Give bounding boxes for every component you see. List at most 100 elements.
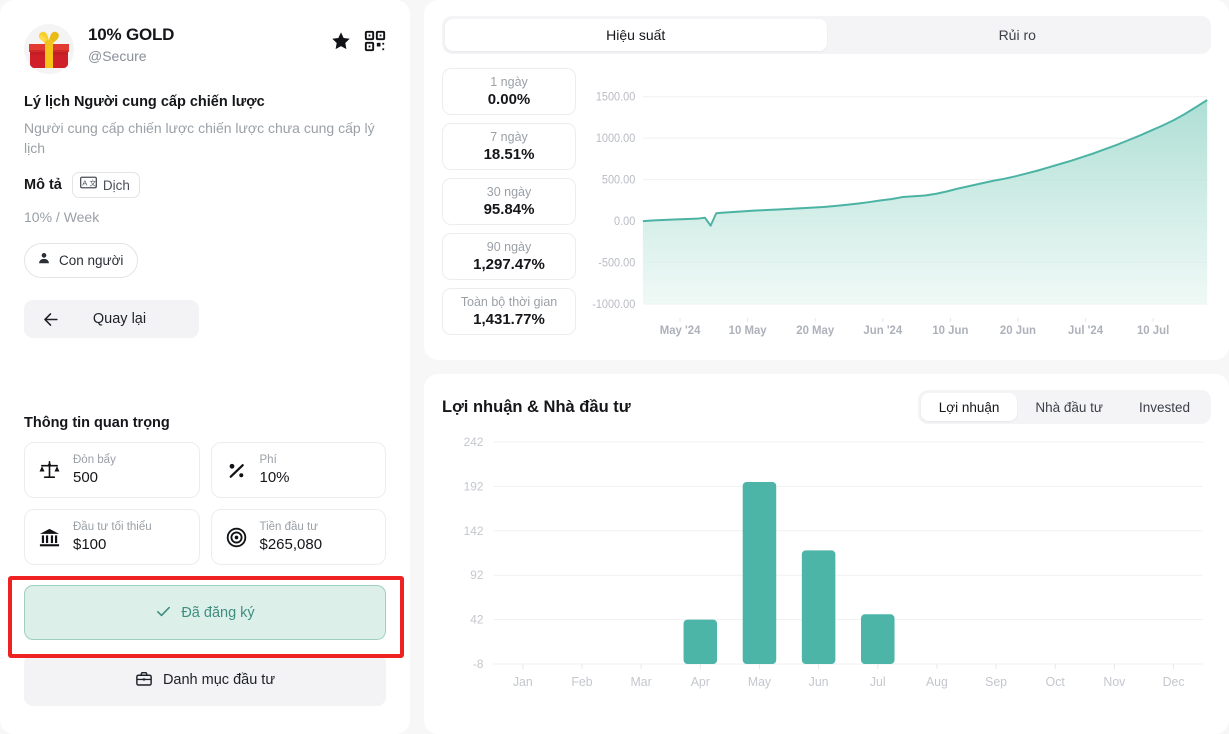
svg-text:500.00: 500.00 — [602, 174, 635, 186]
info-card-fee: Phí 10% — [210, 442, 386, 498]
profile-handle: @Secure — [88, 48, 147, 64]
svg-text:242: 242 — [464, 435, 484, 449]
svg-text:10 Jul: 10 Jul — [1137, 324, 1169, 337]
key-info-section: Thông tin quan trọng Đòn bẩy 500 Phí 10%… — [0, 415, 410, 565]
stat-30-days: 30 ngày 95.84% — [442, 178, 576, 225]
stat-value: 1,297.47% — [473, 255, 545, 273]
svg-text:Nov: Nov — [1103, 675, 1126, 689]
stat-value: 18.51% — [483, 145, 535, 163]
bar-apr — [683, 619, 718, 664]
profit-chart: 242 192 142 92 42 -8 Jan Feb Mar Apr May Jun Jul Aug S… — [442, 432, 1211, 702]
profit-bar-chart: 242 192 142 92 42 -8 Jan Feb Mar Apr May Jun Jul Aug S… — [464, 435, 1204, 689]
profit-title: Lợi nhuận & Nhà đầu tư — [442, 397, 631, 416]
back-button[interactable]: Quay lại — [24, 300, 199, 338]
bank-icon — [38, 526, 61, 549]
stat-label: 90 ngày — [486, 239, 532, 254]
info-value: $100 — [73, 536, 107, 553]
star-filled-icon[interactable] — [330, 30, 352, 52]
svg-text:-500.00: -500.00 — [598, 257, 635, 269]
profit-tabs: Lợi nhuận Nhà đầu tư Invested — [917, 390, 1211, 424]
info-card-leverage: Đòn bẩy 500 — [24, 442, 200, 498]
qr-code-icon[interactable] — [364, 30, 386, 52]
tab-risk[interactable]: Rủi ro — [827, 19, 1209, 51]
app-root: 10% GOLD @Secure Lý lịch Người cung cấp … — [0, 0, 1229, 734]
performance-chart-xaxis: May '24 10 May 20 May Jun '24 10 Jun 20 Jun Ju… — [660, 318, 1169, 337]
svg-text:Apr: Apr — [691, 675, 710, 689]
target-icon — [225, 526, 248, 549]
arrow-left-icon — [41, 310, 60, 329]
svg-text:1500.00: 1500.00 — [596, 91, 635, 103]
svg-text:Sep: Sep — [985, 675, 1007, 689]
tab-invested[interactable]: Invested — [1121, 393, 1208, 421]
stat-7-days: 7 ngày 18.51% — [442, 123, 576, 170]
stat-1-day: 1 ngày 0.00% — [442, 68, 576, 115]
person-icon — [37, 251, 51, 270]
info-label: Phí — [259, 454, 277, 466]
description-label: Mô tả — [24, 177, 62, 193]
performance-stats: 1 ngày 0.00% 7 ngày 18.51% 30 ngày 95.84… — [442, 68, 576, 335]
subscribed-button[interactable]: Đã đăng ký — [24, 585, 386, 640]
cta-section: Đã đăng ký Danh mục đầu tư — [0, 585, 410, 706]
translate-label: Dịch — [102, 177, 130, 193]
svg-text:192: 192 — [464, 479, 484, 493]
briefcase-icon — [135, 670, 153, 691]
svg-text:Oct: Oct — [1046, 675, 1066, 689]
person-type-chip[interactable]: Con người — [24, 243, 139, 278]
info-card-invested: Tiền đầu tư $265,080 — [210, 509, 386, 565]
svg-text:Jun: Jun — [809, 675, 829, 689]
info-value: 500 — [73, 469, 99, 486]
bar-jul — [861, 614, 895, 664]
svg-text:-1000.00: -1000.00 — [592, 299, 635, 311]
subscribed-label: Đã đăng ký — [181, 604, 255, 621]
svg-text:Mar: Mar — [631, 675, 652, 689]
scales-icon — [38, 459, 61, 482]
stat-label: 30 ngày — [486, 184, 532, 199]
performance-card: Hiệu suất Rủi ro 1 ngày 0.00% 7 ngày 18.… — [424, 0, 1229, 360]
description-row: Mô tả A 文 Dịch — [24, 172, 386, 198]
right-column: Hiệu suất Rủi ro 1 ngày 0.00% 7 ngày 18.… — [424, 0, 1229, 734]
svg-text:142: 142 — [464, 524, 484, 538]
svg-text:10 Jun: 10 Jun — [932, 324, 968, 337]
stat-value: 0.00% — [487, 90, 531, 108]
profit-header: Lợi nhuận & Nhà đầu tư Lợi nhuận Nhà đầu… — [442, 390, 1211, 424]
bio-text: Người cung cấp chiến lược chiến lược chư… — [24, 120, 375, 156]
svg-text:42: 42 — [470, 613, 484, 627]
svg-text:Jul: Jul — [870, 675, 886, 689]
stat-value: 95.84% — [483, 200, 535, 218]
svg-text:10 May: 10 May — [729, 324, 767, 337]
translate-icon: A 文 — [79, 176, 97, 194]
performance-chart: 1500.00 1000.00 500.00 0.00 -500.00 -1000.00 … — [584, 68, 1211, 337]
svg-text:-8: -8 — [473, 657, 484, 671]
check-icon — [155, 603, 172, 623]
info-label: Đầu tư tối thiểu — [73, 521, 152, 533]
tab-performance[interactable]: Hiệu suất — [445, 19, 827, 51]
profile-header: 10% GOLD @Secure Lý lịch Người cung cấp … — [0, 0, 410, 338]
info-value: $265,080 — [259, 536, 323, 553]
gift-box-icon — [24, 24, 74, 74]
profile-name: 10% GOLD — [88, 25, 175, 44]
svg-text:文: 文 — [89, 178, 96, 187]
percent-icon — [225, 459, 248, 482]
bar-jun — [801, 550, 836, 664]
key-info-title: Thông tin quan trọng — [24, 415, 170, 431]
translate-button[interactable]: A 文 Dịch — [71, 172, 140, 198]
stat-label: 7 ngày — [490, 129, 528, 144]
profile-names: 10% GOLD @Secure — [88, 24, 316, 64]
svg-text:Aug: Aug — [926, 675, 948, 689]
strategy-profile-panel: 10% GOLD @Secure Lý lịch Người cung cấp … — [0, 0, 410, 734]
profit-investors-card: Lợi nhuận & Nhà đầu tư Lợi nhuận Nhà đầu… — [424, 374, 1229, 734]
stat-value: 1,431.77% — [473, 310, 545, 328]
svg-text:Dec: Dec — [1163, 675, 1185, 689]
info-card-min-investment: Đầu tư tối thiểu $100 — [24, 509, 200, 565]
tab-profit[interactable]: Lợi nhuận — [920, 393, 1018, 421]
portfolio-button[interactable]: Danh mục đầu tư — [24, 654, 386, 706]
back-button-label: Quay lại — [92, 311, 147, 327]
performance-area-chart: 1500.00 1000.00 500.00 0.00 -500.00 -1000.00 — [592, 91, 1208, 311]
svg-text:0.00: 0.00 — [614, 216, 635, 228]
info-value: 10% — [259, 469, 290, 486]
profile-actions — [330, 24, 386, 52]
tab-investors[interactable]: Nhà đầu tư — [1017, 393, 1121, 421]
avatar — [24, 24, 74, 74]
stat-label: Toàn bộ thời gian — [460, 294, 558, 309]
stat-90-days: 90 ngày 1,297.47% — [442, 233, 576, 280]
